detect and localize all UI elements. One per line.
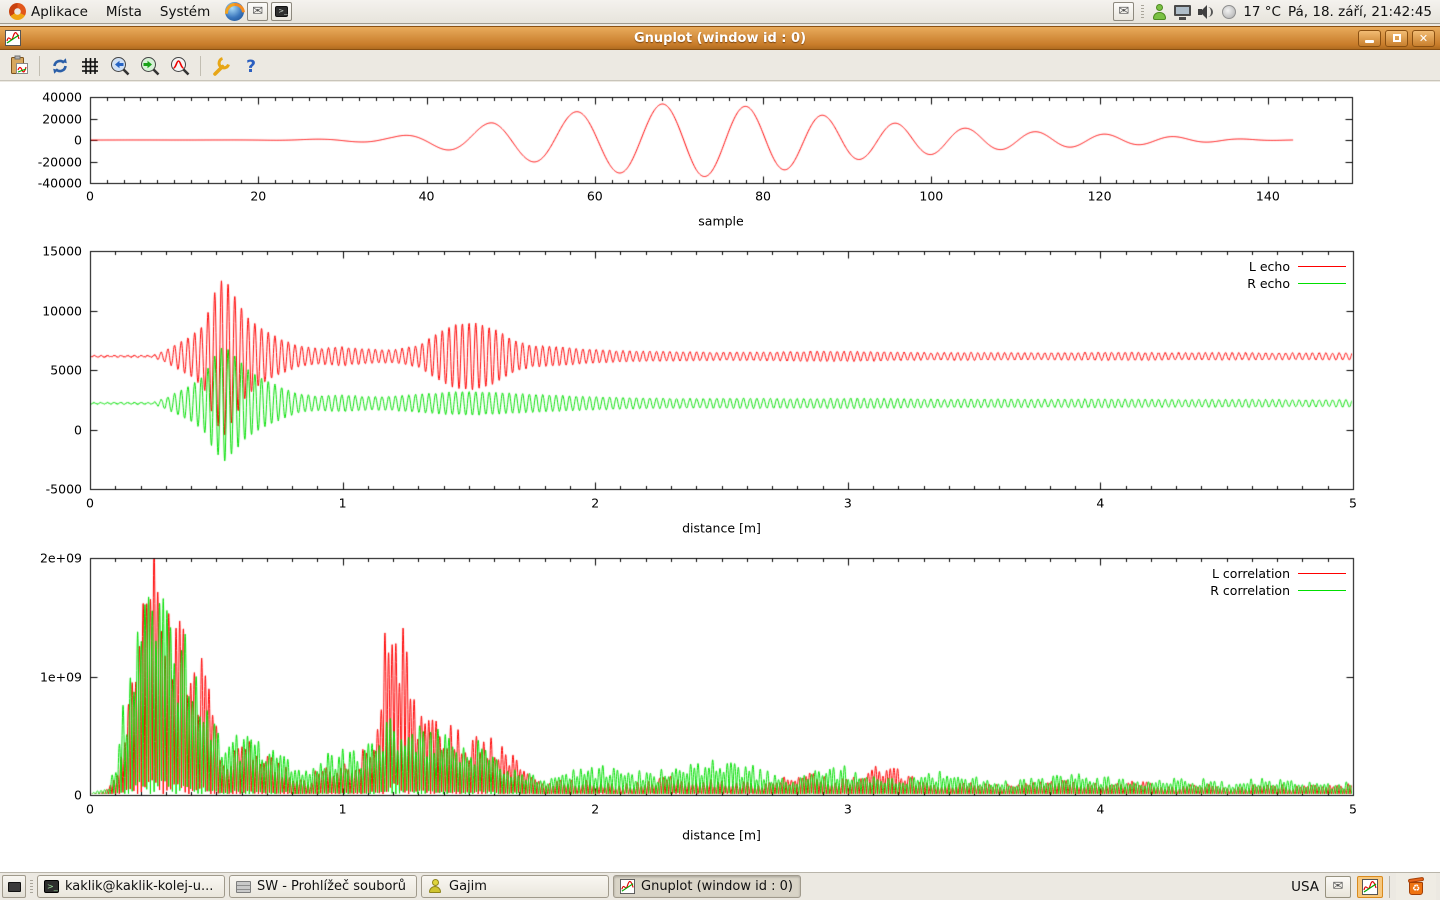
taskbar-gnuplot-tray-button[interactable] — [1357, 876, 1383, 898]
show-desktop-button[interactable] — [2, 875, 26, 898]
mail-launcher[interactable]: ✉ — [247, 2, 268, 21]
volume-icon[interactable] — [1198, 4, 1215, 20]
mail-icon: ✉ — [1118, 5, 1129, 18]
clock[interactable]: Pá, 18. září, 21:42:45 — [1288, 4, 1432, 20]
trash-applet[interactable]: ♻ — [1396, 873, 1436, 900]
task-gajim[interactable]: Gajim — [421, 875, 609, 898]
task-file-manager[interactable]: SW - Prohlížeč souborů — [229, 875, 417, 898]
task-file-manager-label: SW - Prohlížeč souborů — [257, 879, 406, 894]
task-terminal[interactable]: >_ kaklik@kaklik-kolej-u... — [37, 875, 225, 898]
desktop: Aplikace Místa Systém ✉ >_ ✉ 17 °C Pá, 1… — [0, 0, 1440, 900]
terminal-icon: >_ — [275, 6, 288, 17]
plot-canvas[interactable] — [0, 0, 1440, 872]
menu-system-label: Systém — [160, 4, 210, 20]
firefox-icon[interactable] — [225, 2, 244, 21]
file-manager-icon — [236, 881, 251, 893]
user-switcher-icon[interactable] — [1151, 4, 1167, 20]
taskbar-right: USA ✉ ♻ — [1291, 873, 1438, 900]
system-tray: ✉ 17 °C Pá, 18. září, 21:42:45 — [1113, 2, 1440, 21]
terminal-launcher[interactable]: >_ — [271, 2, 292, 21]
menu-places[interactable]: Místa — [97, 0, 151, 23]
mail-icon: ✉ — [1333, 880, 1344, 893]
terminal-icon: >_ — [44, 880, 59, 893]
gnuplot-icon — [1362, 879, 1378, 895]
task-gnuplot-label: Gnuplot (window id : 0) — [641, 879, 793, 894]
taskbar-handle[interactable] — [30, 880, 33, 894]
tray-handle[interactable] — [1141, 5, 1144, 19]
taskbar: >_ kaklik@kaklik-kolej-u... SW - Prohlíž… — [0, 872, 1440, 900]
taskbar-mail-button[interactable]: ✉ — [1325, 876, 1351, 898]
gajim-icon — [428, 879, 443, 894]
task-gajim-label: Gajim — [449, 879, 487, 894]
temperature-indicator[interactable]: 17 °C — [1243, 4, 1281, 20]
taskbar-separator — [1389, 876, 1390, 898]
top-panel: Aplikace Místa Systém ✉ >_ ✉ 17 °C Pá, 1… — [0, 0, 1440, 24]
desktop-icon — [8, 882, 21, 892]
task-terminal-label: kaklik@kaklik-kolej-u... — [65, 879, 213, 894]
menu-applications-label: Aplikace — [31, 4, 88, 20]
panel-launchers: ✉ >_ — [225, 2, 292, 21]
tray-mail-button[interactable]: ✉ — [1113, 2, 1134, 21]
display-icon[interactable] — [1174, 4, 1191, 20]
trash-icon: ♻ — [1407, 878, 1425, 895]
ubuntu-logo-icon — [9, 3, 26, 20]
gnuplot-icon — [620, 879, 635, 894]
task-gnuplot[interactable]: Gnuplot (window id : 0) — [613, 875, 801, 898]
menu-applications[interactable]: Aplikace — [0, 0, 97, 23]
menu-system[interactable]: Systém — [151, 0, 219, 23]
weather-icon[interactable] — [1222, 5, 1236, 19]
mail-icon: ✉ — [252, 5, 263, 18]
menu-places-label: Místa — [106, 4, 142, 20]
keyboard-layout-indicator[interactable]: USA — [1291, 879, 1319, 895]
